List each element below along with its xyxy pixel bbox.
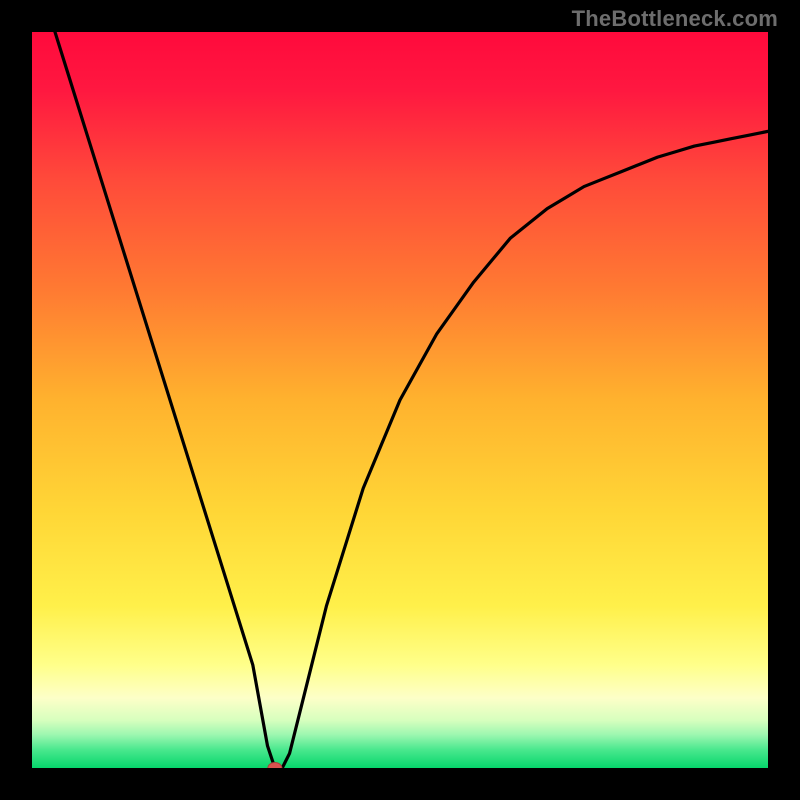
watermark-text: TheBottleneck.com xyxy=(572,6,778,32)
plot-area xyxy=(32,32,768,768)
chart-svg xyxy=(32,32,768,768)
bottleneck-curve xyxy=(32,32,768,768)
optimal-point-marker xyxy=(268,763,282,769)
chart-frame: TheBottleneck.com xyxy=(0,0,800,800)
